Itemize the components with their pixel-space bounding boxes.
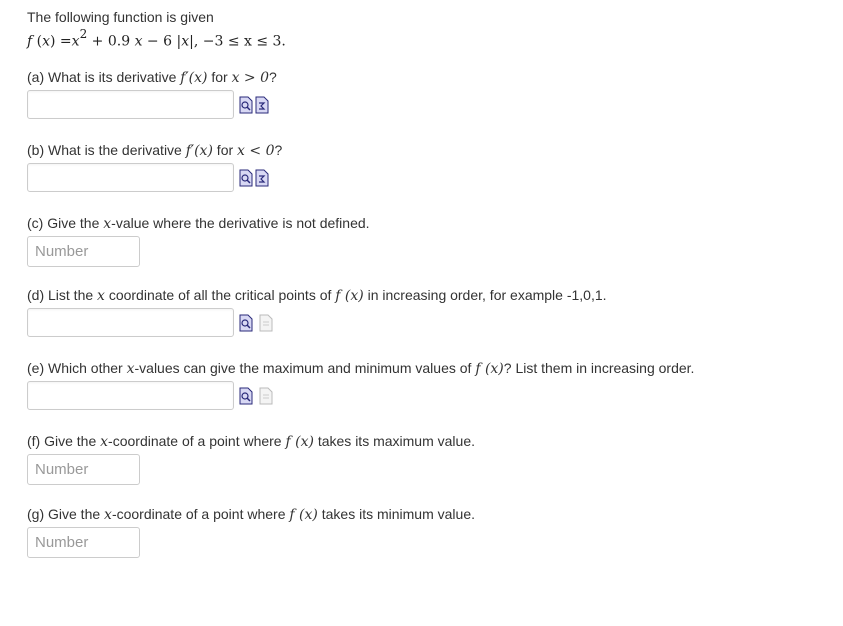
question-g: (g) Give the x-coordinate of a point whe…: [27, 506, 827, 558]
question-f: (f) Give the x-coordinate of a point whe…: [27, 433, 827, 485]
preview-icon[interactable]: [239, 169, 253, 187]
disabled-editor-icon: [259, 387, 273, 404]
function-formula: f (x) =x2 + 0.9 x − 6 |x|, −3 ≤ x ≤ 3.: [27, 27, 286, 50]
question-a: (a) What is its derivative f′(x) for x >…: [27, 69, 827, 119]
equation-editor-icon[interactable]: [255, 96, 269, 114]
answer-d-input[interactable]: [27, 308, 234, 337]
question-b: (b) What is the derivative f′(x) for x <…: [27, 142, 827, 192]
question-c-text: (c) Give the x-value where the derivativ…: [27, 215, 370, 232]
question-a-text: (a) What is its derivative f′(x) for x >…: [27, 69, 277, 86]
answer-b-input[interactable]: [27, 163, 234, 192]
formula-domain: , −3 ≤ x ≤ 3.: [193, 33, 286, 50]
answer-g-number-input[interactable]: Number: [27, 527, 140, 558]
question-b-text: (b) What is the derivative f′(x) for x <…: [27, 142, 283, 159]
problem-intro: The following function is given: [27, 9, 214, 25]
preview-icon[interactable]: [239, 96, 253, 114]
question-f-text: (f) Give the x-coordinate of a point whe…: [27, 433, 476, 450]
question-g-text: (g) Give the x-coordinate of a point whe…: [27, 506, 476, 523]
preview-icon[interactable]: [239, 387, 253, 405]
question-d: (d) List the x coordinate of all the cri…: [27, 287, 827, 337]
problem-container: The following function is given f (x) =x…: [27, 9, 827, 50]
question-d-text: (d) List the x coordinate of all the cri…: [27, 287, 607, 304]
answer-e-input[interactable]: [27, 381, 234, 410]
answer-a-input[interactable]: [27, 90, 234, 119]
question-c: (c) Give the x-value where the derivativ…: [27, 215, 827, 267]
question-e: (e) Which other x-values can give the ma…: [27, 360, 827, 410]
disabled-editor-icon: [259, 314, 273, 331]
preview-icon[interactable]: [239, 314, 253, 332]
equation-editor-icon[interactable]: [255, 169, 269, 187]
answer-f-number-input[interactable]: Number: [27, 454, 140, 485]
question-e-text: (e) Which other x-values can give the ma…: [27, 360, 695, 377]
answer-c-number-input[interactable]: Number: [27, 236, 140, 267]
